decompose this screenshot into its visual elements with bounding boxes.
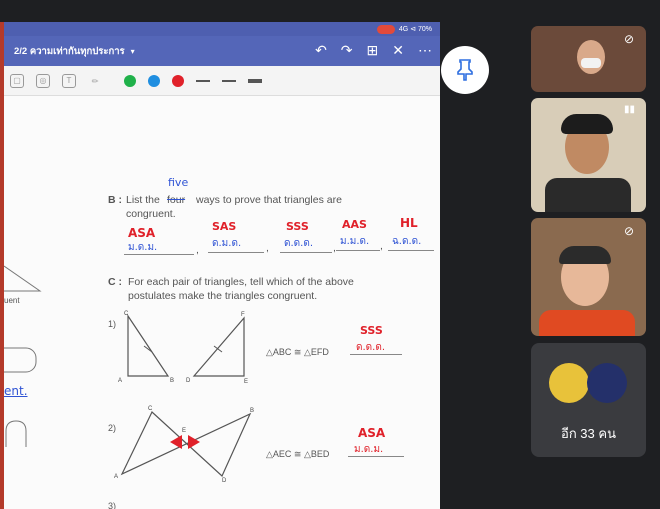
mic-muted-icon: ⊘ — [624, 224, 635, 238]
answer-b-1-abbr: ASA — [128, 226, 156, 240]
vertex-label: C — [124, 311, 129, 317]
speaking-indicator-icon: ▮▮ — [624, 104, 636, 115]
cutoff-shape-1 — [4, 265, 42, 292]
pen-color-red[interactable] — [172, 74, 184, 87]
vertex-label: B — [250, 408, 254, 414]
vertex-label: D — [186, 378, 191, 384]
item-1-abbr: SSS — [360, 324, 383, 337]
text-tool-icon[interactable]: T — [62, 73, 76, 88]
app-title: 2/2 ความเท่ากันทุกประการ — [14, 45, 125, 57]
question-b-text-1: List the — [126, 194, 160, 206]
item-1-triangles: C F A B D E — [118, 311, 248, 384]
answer-b-2-thai: ด.ม.ด. — [212, 238, 242, 249]
title-dropdown-icon[interactable]: ▾ — [131, 47, 135, 56]
answer-b-4-thai: ม.ม.ด. — [340, 236, 370, 247]
vertex-label: C — [148, 406, 153, 412]
worksheet: uent ent. five B : List the four ways to… — [4, 96, 440, 509]
vertex-label: E — [244, 379, 248, 384]
question-c-label: C : — [108, 276, 122, 288]
item-1-thai: ด.ด.ด. — [356, 342, 386, 353]
add-page-icon[interactable]: ⊞ — [367, 42, 379, 59]
avatar — [587, 363, 627, 403]
vertex-label: A — [114, 474, 118, 480]
cutoff-shape-3 — [5, 420, 27, 447]
pin-icon — [457, 59, 473, 81]
item-2-thai: ม.ด.ม. — [354, 444, 384, 455]
redo-icon[interactable]: ↷ — [341, 42, 353, 59]
struck-word: four — [167, 194, 186, 206]
pin-button[interactable] — [441, 46, 489, 94]
answer-b-3-abbr: SSS — [286, 220, 309, 233]
vertex-label: A — [118, 378, 122, 384]
participant-tile-2[interactable]: ▮▮ — [531, 98, 646, 212]
close-icon[interactable]: ✕ — [392, 42, 404, 59]
answer-b-1-thai: ม.ด.ม. — [128, 242, 158, 253]
drawing-toolbar: ▢ ◎ T ✎ — [4, 66, 440, 96]
answer-b-3-thai: ด.ด.ด. — [284, 238, 314, 249]
left-edge-text-1: uent — [4, 296, 20, 305]
status-bar: 4G ⊲ 70% — [4, 22, 440, 36]
item-2-statement: △AEC ≅ △BED — [266, 449, 330, 459]
left-edge-text-2: ent. — [4, 384, 28, 398]
vertex-label: D — [222, 478, 227, 482]
participant-tile-3[interactable]: ⊘ — [531, 218, 646, 336]
pen-color-blue[interactable] — [148, 74, 160, 87]
question-b-text-3: congruent. — [126, 208, 176, 220]
shared-screen: 4G ⊲ 70% 2/2 ความเท่ากันทุกประการ ▾ ↶ ↷ … — [0, 22, 440, 509]
item-3-number: 3) — [108, 501, 117, 509]
question-b-label: B : — [108, 194, 122, 206]
vertex-label: B — [170, 378, 174, 384]
stroke-thick[interactable] — [248, 78, 262, 83]
vertex-label: F — [241, 312, 245, 318]
stroke-thin[interactable] — [196, 79, 210, 82]
recording-indicator — [376, 24, 395, 34]
pen-color-green[interactable] — [124, 74, 136, 87]
correction-word: five — [168, 176, 189, 189]
item-2-triangles: C B E A D — [114, 406, 254, 482]
image-tool-icon[interactable]: ◎ — [36, 73, 50, 88]
cutoff-shape-2 — [4, 347, 37, 373]
answer-b-5-thai: ฉ.ด.ด. — [392, 236, 422, 247]
more-icon[interactable]: ⋯ — [418, 42, 432, 59]
item-2-abbr: ASA — [358, 426, 386, 440]
question-b-text-2: ways to prove that triangles are — [196, 194, 342, 206]
question-c-text-2: postulates make the triangles congruent. — [128, 290, 318, 302]
item-1-statement: △ABC ≅ △EFD — [266, 347, 329, 357]
others-count-label: อีก 33 คน — [561, 426, 616, 441]
face-mask — [581, 58, 601, 68]
answer-b-5-abbr: HL — [400, 216, 418, 230]
undo-icon[interactable]: ↶ — [315, 42, 327, 59]
mic-muted-icon: ⊘ — [624, 32, 635, 46]
avatar — [549, 363, 589, 403]
other-participants-tile[interactable]: อีก 33 คน — [531, 343, 646, 457]
pen-tool-icon[interactable]: ✎ — [85, 71, 105, 91]
vertex-label: E — [182, 428, 186, 434]
app-bar: 2/2 ความเท่ากันทุกประการ ▾ ↶ ↷ ⊞ ✕ ⋯ — [4, 36, 440, 66]
participant-tile-1[interactable]: ⊘ — [531, 26, 646, 92]
answer-b-4-abbr: AAS — [342, 218, 367, 231]
question-c-text-1: For each pair of triangles, tell which o… — [128, 276, 354, 288]
status-text: 4G ⊲ 70% — [398, 26, 432, 33]
answer-b-2-abbr: SAS — [212, 220, 237, 233]
stroke-medium[interactable] — [222, 79, 236, 82]
app-actions: ↶ ↷ ⊞ ✕ ⋯ — [315, 42, 432, 59]
lasso-tool-icon[interactable]: ▢ — [10, 73, 24, 88]
